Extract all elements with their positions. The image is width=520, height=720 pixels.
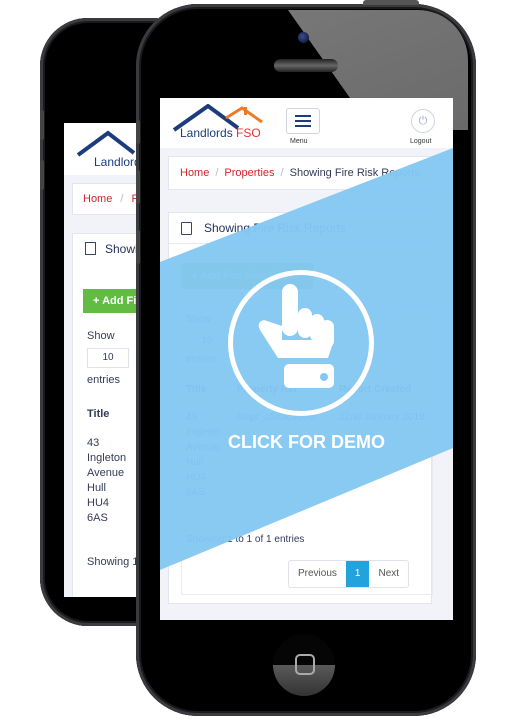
brand-name: Landlords [180,126,237,140]
home-button[interactable] [273,634,335,696]
mute-switch [136,120,140,144]
logout-button[interactable]: ⏻ [411,109,435,133]
breadcrumb-properties[interactable]: Properties [224,167,274,179]
site-header: Landlords FSO Menu ⏻ Logout [160,98,453,148]
back-col-title[interactable]: Title [87,408,109,420]
home-square-icon [295,654,315,675]
hamburger-line [295,120,311,122]
volume-down-button [136,230,140,264]
document-icon [85,242,96,255]
camera-icon [298,32,309,43]
click-for-demo-label[interactable]: CLICK FOR DEMO [160,432,453,453]
pagination-next[interactable]: Next [369,561,408,587]
logout-label: Logout [410,138,432,145]
speaker-grille [274,59,338,72]
hamburger-line [295,125,311,127]
breadcrumb-separator: / [120,193,124,205]
pagination: Previous 1 Next [288,560,410,588]
pointing-hand-icon [258,284,334,388]
volume-button [40,110,44,140]
pagination-previous[interactable]: Previous [289,561,346,587]
back-row-title: 43 Ingleton Avenue Hull HU4 6AS [87,437,127,524]
volume-button [40,160,44,190]
menu-label: Menu [290,138,308,145]
hamburger-icon [295,115,311,117]
volume-up-button [136,170,140,204]
back-breadcrumb-home[interactable]: Home [83,193,112,205]
power-button [363,0,419,5]
breadcrumb-home[interactable]: Home [180,167,209,179]
back-table-info: Showing 1 [87,556,139,568]
menu-button[interactable] [286,108,320,134]
pagination-page-1[interactable]: 1 [345,561,370,587]
document-icon [181,222,192,235]
back-show-label: Show [87,330,115,342]
back-length-select[interactable]: 10 [87,348,129,368]
back-panel-title: Showi [105,242,138,256]
brand-fso: FSO [236,126,261,140]
power-icon: ⏻ [418,115,428,127]
brand-logo-text[interactable]: Landlords FSO [180,126,261,140]
back-entries-label: entries [87,374,121,386]
breadcrumb-separator: / [215,167,219,179]
breadcrumb-separator: / [280,167,284,179]
logo-roof-icon [76,130,136,157]
